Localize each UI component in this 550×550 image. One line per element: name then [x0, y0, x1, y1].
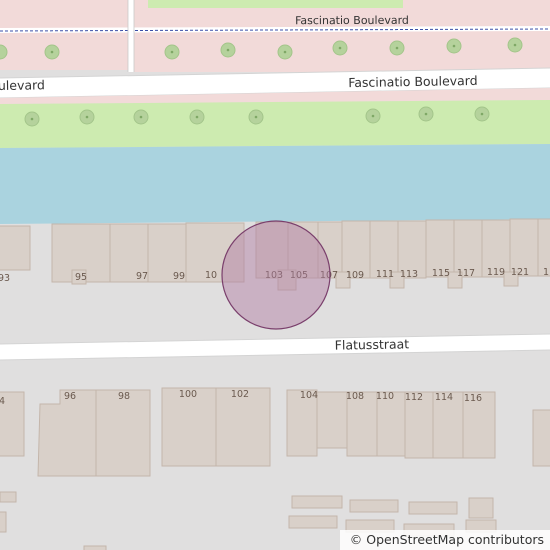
residential-area	[134, 0, 550, 72]
house-number: 96	[64, 391, 76, 402]
house-number: 117	[457, 268, 475, 279]
house-number: 100	[179, 389, 197, 400]
house-number: 121	[511, 267, 529, 278]
house-number: 93	[0, 273, 10, 284]
house-number: 99	[173, 271, 185, 282]
street-label-fascinatio-boulevard: Fascinatio Boulevard	[348, 73, 478, 90]
water-canal	[0, 144, 550, 224]
street-label-flatusstraat: Flatusstraat	[335, 336, 410, 352]
house-number: 111	[376, 269, 394, 280]
openstreetmap-contributors-link[interactable]: OpenStreetMap contributors	[366, 532, 544, 547]
street-label-fascinatio-boulevard-partial: ulevard	[0, 77, 45, 93]
grass-strip	[0, 100, 550, 148]
house-number: 114	[435, 392, 453, 403]
map-canvas: Fascinatio Boulevard ulevard Fascinatio …	[0, 0, 550, 550]
side-path	[128, 0, 134, 72]
street-label-fascinatio-boulevard-top: Fascinatio Boulevard	[295, 14, 409, 27]
house-number: 95	[75, 272, 87, 283]
house-number: 110	[376, 391, 394, 402]
house-number: 109	[346, 270, 364, 281]
location-marker-circle[interactable]	[221, 220, 331, 330]
copyright-symbol: ©	[349, 532, 363, 547]
house-number: 10	[205, 270, 217, 281]
house-number: 108	[346, 391, 364, 402]
map-view[interactable]: Fascinatio Boulevard ulevard Fascinatio …	[0, 0, 550, 550]
house-number: 104	[300, 390, 318, 401]
house-number: 116	[464, 393, 482, 404]
house-number: 102	[231, 389, 249, 400]
residential-area	[0, 0, 128, 70]
house-number: 119	[487, 267, 505, 278]
house-number: 113	[400, 269, 418, 280]
house-number: 115	[432, 268, 450, 279]
house-number: 98	[118, 391, 130, 402]
grass-strip	[148, 0, 403, 8]
house-number: 97	[136, 271, 148, 282]
house-number: 1	[543, 267, 549, 278]
map-attribution: © OpenStreetMap contributors	[339, 530, 550, 550]
house-number: 112	[405, 392, 423, 403]
house-number: 4	[0, 396, 5, 407]
